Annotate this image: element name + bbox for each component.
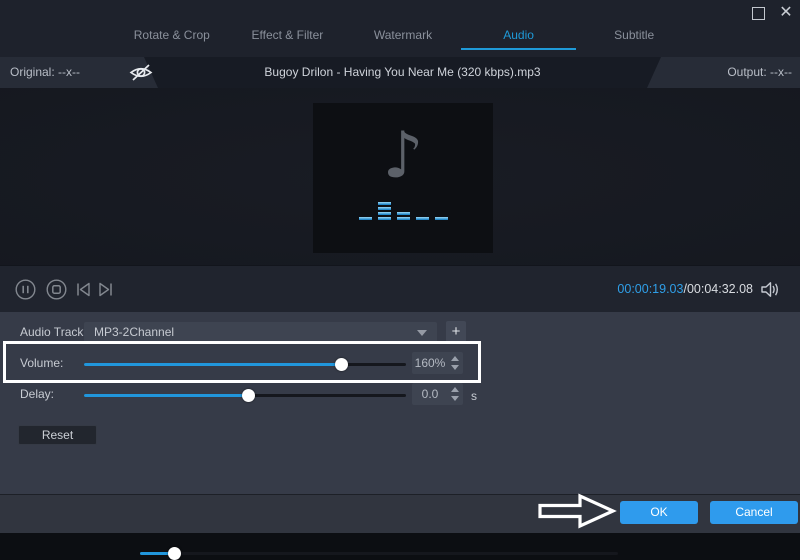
stop-button[interactable] [46,279,67,303]
audio-track-label: Audio Track: [20,322,87,343]
reset-button[interactable]: Reset [18,425,97,445]
tab-watermark[interactable]: Watermark [345,22,461,50]
volume-increase-icon[interactable] [451,356,459,361]
titlebar: ✕ Rotate & Crop Effect & Filter Watermar… [0,0,800,57]
maximize-icon[interactable] [752,7,765,20]
audio-track-dropdown[interactable]: MP3-2Channel [84,322,437,343]
chevron-down-icon [417,330,427,336]
volume-speaker-icon[interactable] [759,280,780,302]
time-total: 00:04:32.08 [687,282,753,296]
playback-bar: 00:00:19.03/00:04:32.08 [0,265,800,312]
pause-button[interactable] [15,279,36,303]
original-resolution-label: Original: --x-- [10,57,80,88]
ok-button[interactable]: OK [620,501,698,524]
volume-slider[interactable] [84,363,406,366]
delay-value[interactable]: 0.0 [412,383,448,405]
previous-frame-button[interactable] [75,281,92,301]
time-current: 00:00:19.03 [617,282,683,296]
delay-unit-label: s [471,385,477,407]
tab-audio[interactable]: Audio [461,22,577,50]
delay-decrease-icon[interactable] [451,396,459,401]
media-filename: Bugoy Drilon - Having You Near Me (320 k… [140,57,665,88]
close-icon[interactable]: ✕ [777,4,795,22]
delay-slider[interactable] [84,394,406,397]
playback-progress-slider[interactable] [140,552,618,555]
volume-slider-thumb[interactable] [335,358,348,371]
audio-edit-dialog: ✕ Rotate & Crop Effect & Filter Watermar… [0,0,800,533]
delay-increase-icon[interactable] [451,387,459,392]
volume-decrease-icon[interactable] [451,365,459,370]
tab-subtitle[interactable]: Subtitle [576,22,692,50]
time-display: 00:00:19.03/00:04:32.08 [617,266,753,313]
add-audio-track-button[interactable]: + [446,321,466,343]
volume-slider-fill [84,363,342,366]
playback-progress-thumb[interactable] [168,547,181,560]
delay-slider-fill [84,394,248,397]
audio-settings-panel: Audio Track: MP3-2Channel + Volume: 160%… [0,312,800,494]
footer-bar: OK Cancel [0,494,800,533]
audio-preview-box: ♪ [313,103,493,253]
preview-toggle-eye-icon[interactable] [127,62,155,83]
next-frame-button[interactable] [97,281,114,301]
volume-label: Volume: [20,352,63,374]
preview-area: ♪ [0,88,800,265]
delay-slider-thumb[interactable] [242,389,255,402]
cancel-button[interactable]: Cancel [710,501,798,524]
music-note-icon: ♪ [313,117,493,195]
tab-bar: Rotate & Crop Effect & Filter Watermark … [114,22,692,50]
equalizer-bars [313,198,493,220]
volume-spinner: 160% [412,352,463,374]
info-bar: Original: --x-- Bugoy Drilon - Having Yo… [0,57,800,88]
volume-value[interactable]: 160% [412,352,448,374]
delay-spinner: 0.0 [412,383,463,405]
output-resolution-label: Output: --x-- [727,57,792,88]
tab-effect-filter[interactable]: Effect & Filter [230,22,346,50]
tab-rotate-crop[interactable]: Rotate & Crop [114,22,230,50]
audio-track-value: MP3-2Channel [94,325,174,339]
delay-label: Delay: [20,383,54,405]
